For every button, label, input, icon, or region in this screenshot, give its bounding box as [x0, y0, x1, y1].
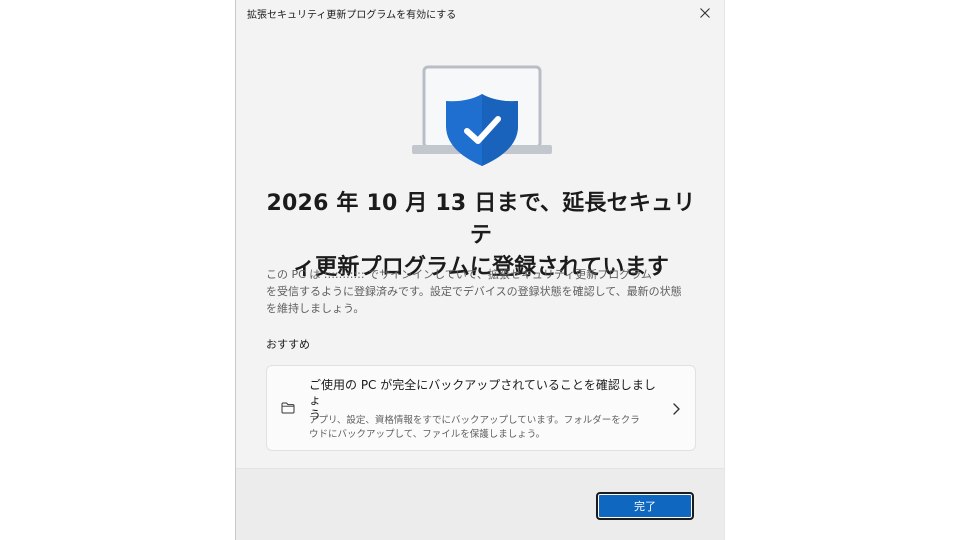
- description-line-1: この PC は ::::::::::: でサインインしていて、拡張セキュリティ更…: [266, 268, 652, 281]
- card-description-line-1: アプリ、設定、資格情報をすでにバックアップしています。フォルダーをクラ: [309, 415, 640, 426]
- close-button[interactable]: [692, 2, 718, 24]
- title-bar: 拡張セキュリティ更新プログラムを有効にする: [236, 0, 724, 26]
- dialog-footer: 完了: [236, 469, 724, 540]
- backup-recommendation-card[interactable]: ご使用の PC が完全にバックアップされていることを確認しましょ う アプリ、設…: [266, 365, 696, 451]
- description-line-3: を維持しましょう。: [266, 302, 365, 315]
- recommendations-label: おすすめ: [266, 338, 310, 351]
- card-title-line-1: ご使用の PC が完全にバックアップされていることを確認しましょ: [309, 378, 656, 407]
- hero-illustration: [410, 64, 554, 172]
- folder-icon: [281, 402, 295, 414]
- laptop-shield-check-icon: [412, 65, 552, 166]
- card-description-line-2: ウドにバックアップして、ファイルを保護しましょう。: [309, 429, 546, 440]
- status-description: この PC は ::::::::::: でサインインしていて、拡張セキュリティ更…: [266, 266, 702, 317]
- close-icon: [700, 8, 710, 18]
- done-button[interactable]: 完了: [596, 492, 694, 520]
- dialog-title: 拡張セキュリティ更新プログラムを有効にする: [247, 10, 457, 21]
- description-line-2: を受信するように登録済みです。設定でデバイスの登録状態を確認して、最新の状態: [266, 285, 682, 298]
- card-description: アプリ、設定、資格情報をすでにバックアップしています。フォルダーをクラ ウドにバ…: [309, 414, 659, 442]
- dialog-window: 拡張セキュリティ更新プログラムを有効にする 2026 年 10 月 13 日まで…: [235, 0, 725, 540]
- status-heading-line-1: 2026 年 10 月 13 日まで、延長セキュリテ: [266, 191, 696, 248]
- chevron-right-icon: [673, 403, 680, 415]
